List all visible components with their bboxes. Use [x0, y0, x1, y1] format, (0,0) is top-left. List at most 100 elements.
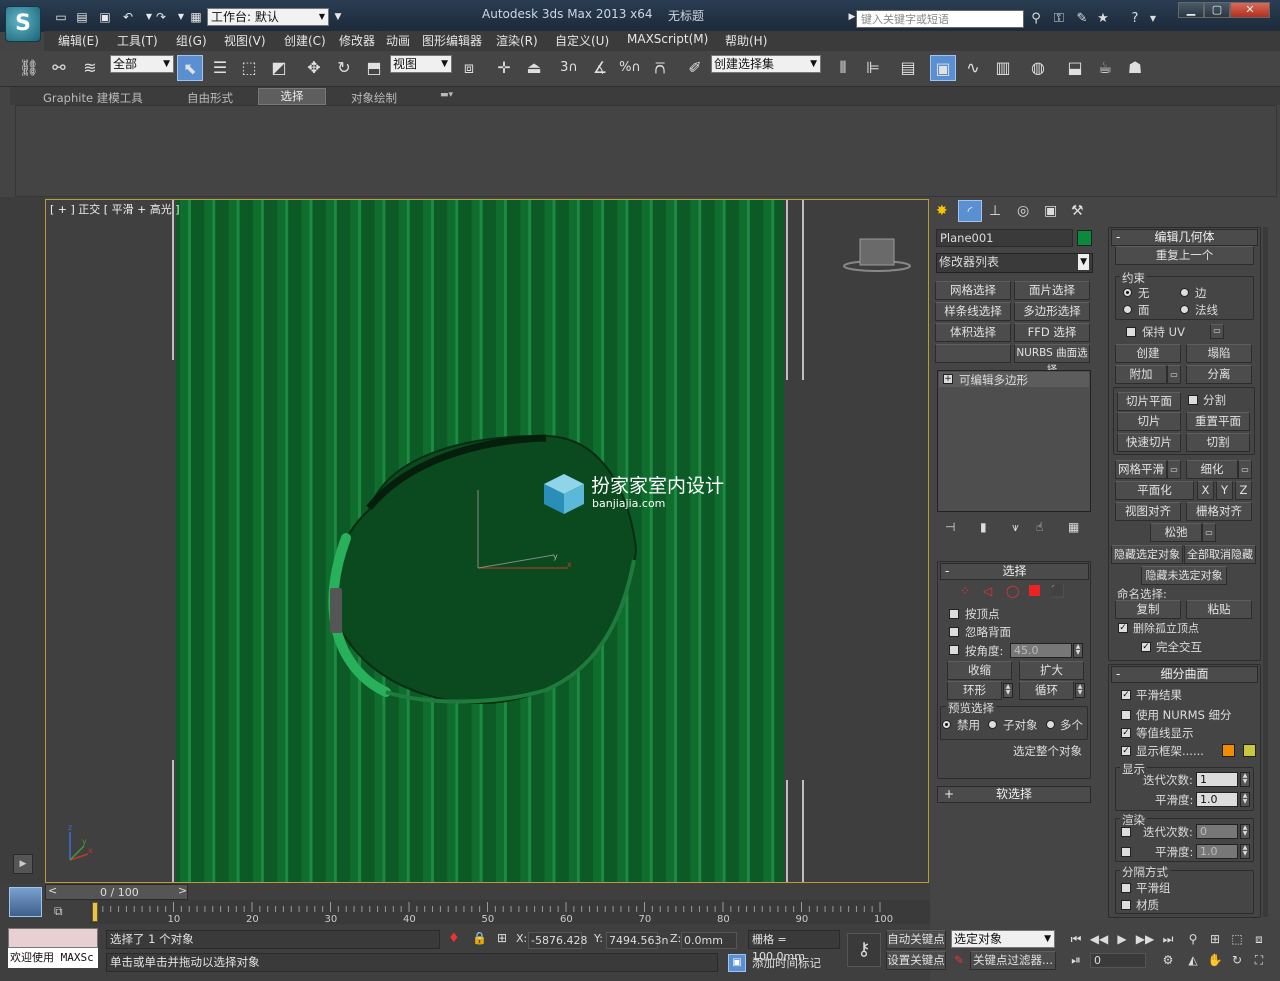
- pivot-center-icon[interactable]: ⧈: [456, 55, 482, 81]
- z-coord-field[interactable]: 0.0mm: [681, 932, 737, 949]
- snap-toggle-icon[interactable]: 3∩: [556, 55, 582, 81]
- tab-selection[interactable]: 选择: [258, 88, 326, 105]
- add-time-tag-label[interactable]: 添加时间标记: [752, 955, 821, 971]
- render-smoothness-arrows[interactable]: ▲ ▼: [1240, 844, 1250, 859]
- selection-rollout-header[interactable]: - 选择: [940, 563, 1089, 580]
- angle-spinner-arrows[interactable]: ▲ ▼: [1073, 643, 1083, 658]
- zoom-extents-all-icon[interactable]: ⧈: [1249, 930, 1269, 948]
- by-vertex-checkbox[interactable]: [949, 609, 959, 619]
- object-name-input[interactable]: Plane001: [936, 229, 1073, 247]
- nurbs-select-button[interactable]: NURBS 曲面选择: [1014, 344, 1090, 376]
- key-filters-button[interactable]: 关键点过滤器...: [970, 951, 1056, 970]
- vol-select-button[interactable]: 体积选择: [935, 323, 1011, 342]
- border-mode-icon[interactable]: ◯: [1006, 584, 1019, 598]
- scale-icon[interactable]: ⬒: [361, 55, 387, 81]
- zoom-all-icon[interactable]: ⊞: [1205, 930, 1225, 948]
- maximize-viewport-icon[interactable]: ⛶: [1249, 951, 1269, 969]
- menu-edit[interactable]: 编辑(E): [58, 32, 99, 49]
- schematic-view-icon[interactable]: ▥: [990, 55, 1016, 81]
- key-mode-toggle-icon[interactable]: ⏯: [1066, 951, 1086, 969]
- loop-spinner-arrows[interactable]: ▲ ▼: [1075, 683, 1085, 698]
- search-input[interactable]: 键入关键字或短语: [856, 10, 1024, 28]
- render-smoothness-checkbox[interactable]: [1121, 847, 1131, 857]
- menu-graph-editors[interactable]: 图形编辑器: [422, 32, 482, 49]
- render-iterations-arrows[interactable]: ▲ ▼: [1240, 824, 1250, 839]
- pan-icon[interactable]: ✋: [1205, 951, 1225, 969]
- orbit-icon[interactable]: ↻: [1227, 951, 1247, 969]
- absolute-mode-icon[interactable]: ⊞: [497, 931, 507, 945]
- pin-stack-icon[interactable]: ⊣: [945, 520, 955, 534]
- soft-selection-rollout[interactable]: + 软选择: [937, 786, 1091, 803]
- help-icon[interactable]: ?: [1126, 10, 1144, 28]
- spline-select-button[interactable]: 样条线选择: [935, 302, 1011, 321]
- hide-selected-button[interactable]: 隐藏选定对象: [1111, 545, 1183, 564]
- time-cursor[interactable]: [92, 902, 98, 922]
- unhide-all-button[interactable]: 全部取消隐藏: [1184, 545, 1256, 564]
- preserve-uv-checkbox[interactable]: [1126, 327, 1136, 337]
- command-panel-scrollbar[interactable]: [1263, 227, 1268, 917]
- mini-curve-editor-icon[interactable]: ⧉: [54, 904, 63, 919]
- maxscript-input[interactable]: 欢迎使用 MAXSc: [8, 948, 98, 968]
- planar-x-button[interactable]: X: [1197, 481, 1214, 500]
- menu-create[interactable]: 创建(C): [284, 32, 326, 49]
- render-frame-icon[interactable]: ☕: [1092, 55, 1118, 81]
- stack-expand-icon[interactable]: +: [943, 374, 953, 384]
- cut-button[interactable]: 切割: [1186, 433, 1250, 452]
- edit-named-sets-icon[interactable]: ✐: [682, 55, 708, 81]
- make-planar-button[interactable]: 平面化: [1115, 481, 1194, 500]
- tab-freeform[interactable]: 自由形式: [187, 90, 233, 106]
- mirror-icon[interactable]: ⫴: [830, 55, 856, 81]
- app-logo-icon[interactable]: S: [5, 6, 41, 42]
- planar-y-button[interactable]: Y: [1216, 481, 1233, 500]
- help-dropdown-icon[interactable]: ▼: [1144, 10, 1162, 28]
- viewport-layout-icon[interactable]: [9, 887, 42, 917]
- shrink-button[interactable]: 收缩: [947, 661, 1012, 680]
- make-unique-icon[interactable]: ⩛: [1012, 520, 1019, 535]
- paste-button[interactable]: 粘贴: [1186, 600, 1252, 619]
- link-icon[interactable]: ⛓: [16, 55, 42, 81]
- subscription-icon[interactable]: ⚿: [1050, 10, 1068, 28]
- tessellate-button[interactable]: 细化: [1186, 460, 1238, 479]
- smoothness-spinner[interactable]: 1.0: [1196, 792, 1238, 807]
- create-tab-icon[interactable]: ✸: [936, 203, 948, 219]
- quickslice-button[interactable]: 快速切片: [1117, 433, 1181, 452]
- set-key-button[interactable]: 设置关键点: [886, 951, 946, 970]
- preserve-uv-settings-icon[interactable]: ▭: [1210, 324, 1224, 339]
- y-coord-field[interactable]: 7494.563n: [606, 932, 668, 949]
- object-color-swatch[interactable]: [1077, 230, 1092, 246]
- delete-isolated-checkbox[interactable]: ✓: [1118, 623, 1128, 633]
- layer-manager-icon[interactable]: ▤: [895, 55, 921, 81]
- patch-select-button[interactable]: 面片选择: [1014, 281, 1090, 300]
- show-end-result-icon[interactable]: ▮: [980, 520, 987, 534]
- by-angle-checkbox[interactable]: [949, 645, 959, 655]
- select-manipulate-icon[interactable]: ✛: [491, 55, 517, 81]
- new-file-icon[interactable]: ▭: [52, 9, 70, 25]
- play-icon[interactable]: ▶: [1112, 930, 1132, 948]
- ffd-select-button[interactable]: FFD 选择: [1014, 323, 1090, 342]
- constraint-none-radio[interactable]: [1123, 288, 1132, 297]
- set-key-icon[interactable]: ⚷: [847, 933, 881, 967]
- zoom-icon[interactable]: ⚲: [1183, 930, 1203, 948]
- reset-plane-button[interactable]: 重置平面: [1186, 412, 1250, 431]
- split-checkbox[interactable]: [1188, 395, 1198, 405]
- relax-button[interactable]: 松弛: [1150, 523, 1202, 542]
- motion-tab-icon[interactable]: ◎: [1017, 203, 1029, 219]
- spinner-snap-icon[interactable]: ⩃: [647, 55, 673, 81]
- collapse-button[interactable]: 塌陷: [1186, 344, 1252, 363]
- maximize-button[interactable]: ▢: [1204, 2, 1230, 18]
- remove-modifier-icon[interactable]: ☝: [1036, 520, 1043, 534]
- menu-views[interactable]: 视图(V): [224, 32, 266, 49]
- align-icon[interactable]: ⊫: [860, 55, 886, 81]
- slice-plane-button[interactable]: 切片平面: [1117, 392, 1181, 411]
- tab-graphite[interactable]: Graphite 建模工具: [43, 90, 143, 106]
- repeat-last-button[interactable]: 重复上一个: [1115, 246, 1254, 265]
- tessellate-settings-icon[interactable]: ▭: [1238, 460, 1252, 479]
- x-coord-field[interactable]: -5876.428: [528, 932, 587, 949]
- zoom-extents-icon[interactable]: ⬚: [1227, 930, 1247, 948]
- time-tag-icon[interactable]: ▣: [728, 954, 746, 972]
- close-button[interactable]: ✕: [1230, 2, 1270, 18]
- loop-button[interactable]: 循环: [1019, 681, 1074, 700]
- empty-modifier-button[interactable]: [935, 344, 1011, 363]
- communication-icon[interactable]: ✎: [1073, 10, 1091, 28]
- isolate-selection-icon[interactable]: ♦: [448, 931, 460, 946]
